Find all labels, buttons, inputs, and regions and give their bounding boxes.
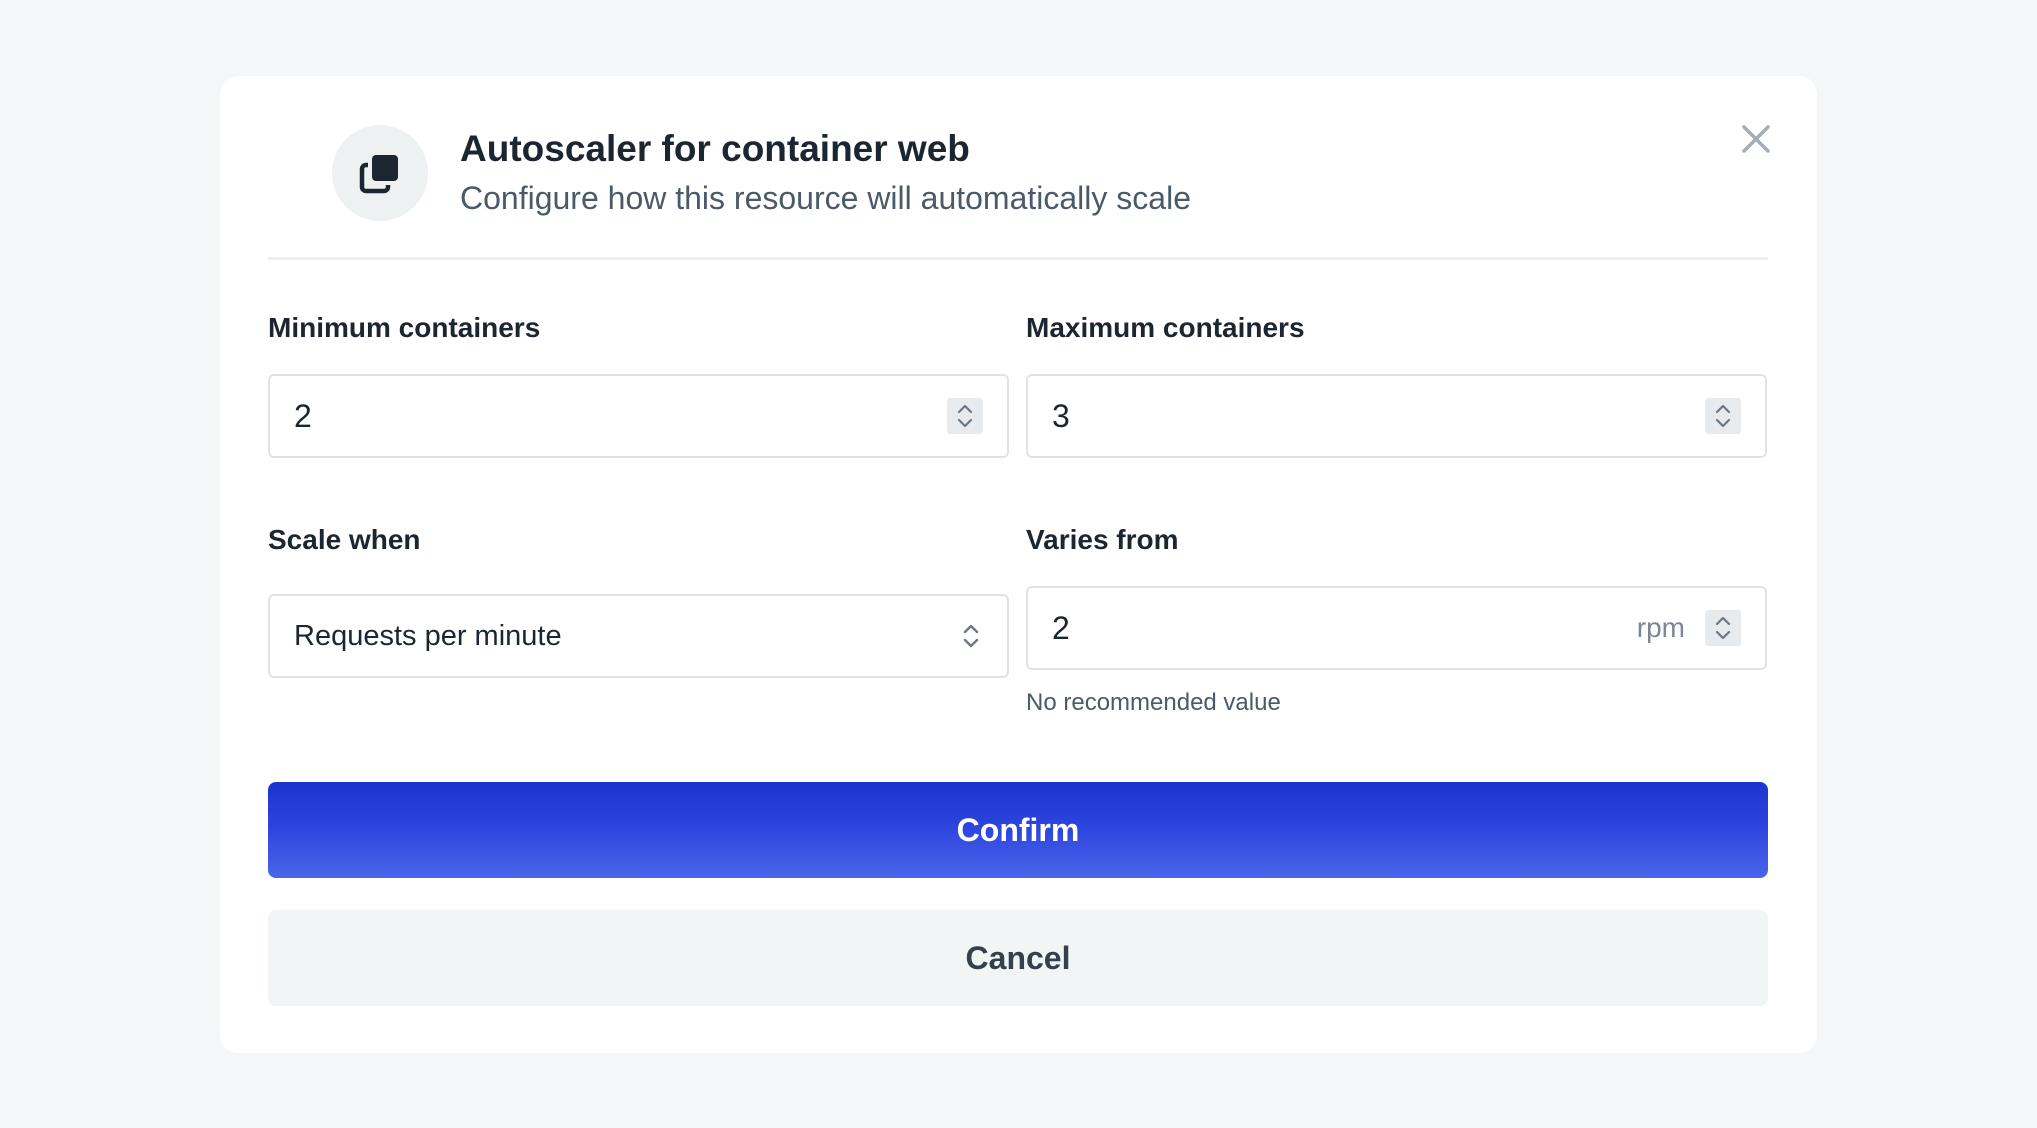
varies-from-input[interactable]: 2 rpm: [1026, 586, 1767, 670]
max-containers-stepper[interactable]: [1705, 398, 1741, 434]
varies-from-stepper[interactable]: [1705, 610, 1741, 646]
max-containers-value: 3: [1052, 398, 1070, 434]
close-button[interactable]: [1738, 121, 1774, 157]
varies-from-value: 2: [1052, 610, 1070, 646]
dialog-title: Autoscaler for container web: [460, 128, 970, 169]
max-containers-label: Maximum containers: [1026, 312, 1305, 343]
varies-from-label: Varies from: [1026, 524, 1179, 555]
min-containers-input[interactable]: 2: [268, 374, 1009, 458]
scale-when-select[interactable]: Requests per minute: [268, 594, 1009, 678]
varies-from-hint: No recommended value: [1026, 689, 1281, 716]
stepper-chevrons-icon: [1715, 616, 1731, 640]
max-containers-input[interactable]: 3: [1026, 374, 1767, 458]
dialog-header: Autoscaler for container web Configure h…: [268, 76, 1768, 260]
close-icon: [1742, 125, 1770, 153]
stacked-squares-icon: [332, 125, 428, 221]
cancel-button[interactable]: Cancel: [268, 910, 1768, 1006]
scale-when-value: Requests per minute: [294, 620, 562, 652]
dialog-subtitle: Configure how this resource will automat…: [460, 180, 1191, 216]
min-containers-label: Minimum containers: [268, 312, 541, 343]
autoscaler-dialog: Autoscaler for container web Configure h…: [220, 76, 1817, 1053]
stepper-chevrons-icon: [957, 404, 973, 428]
min-containers-stepper[interactable]: [947, 398, 983, 434]
confirm-button[interactable]: Confirm: [268, 782, 1768, 878]
select-chevrons-icon: [963, 624, 979, 648]
stepper-chevrons-icon: [1715, 404, 1731, 428]
scale-when-label: Scale when: [268, 524, 421, 555]
varies-from-unit: rpm: [1636, 612, 1685, 643]
min-containers-value: 2: [294, 398, 312, 434]
